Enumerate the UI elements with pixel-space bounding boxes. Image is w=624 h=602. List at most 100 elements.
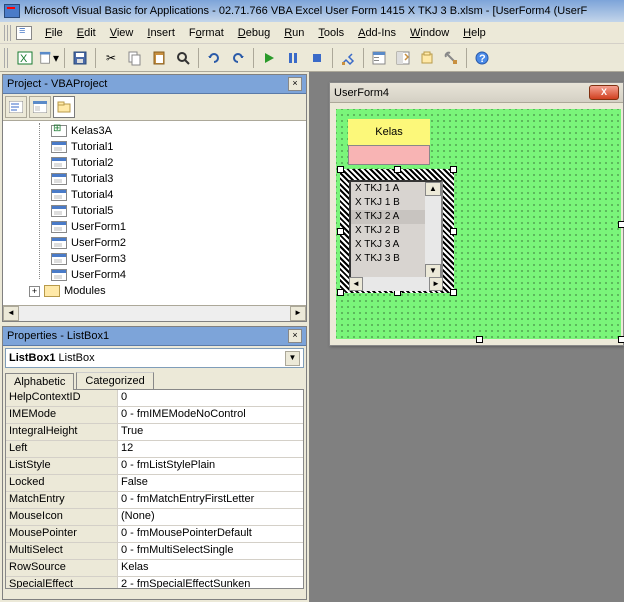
hscrollbar[interactable]: ◄► [349, 277, 443, 291]
menu-help[interactable]: Help [456, 25, 493, 41]
insert-button[interactable]: ▾ [38, 47, 60, 69]
menu-bar: File Edit View Insert Format Debug Run T… [0, 22, 624, 44]
tab-categorized[interactable]: Categorized [76, 372, 153, 389]
userform-canvas[interactable]: Kelas X TKJ 1 AX TKJ 1 BX TKJ 2 AX [336, 109, 621, 339]
tab-alphabetic[interactable]: Alphabetic [5, 373, 74, 390]
tree-item-tutorial1[interactable]: Tutorial1 [5, 139, 304, 155]
tree-item-userform1[interactable]: UserForm1 [5, 219, 304, 235]
menu-tools[interactable]: Tools [311, 25, 351, 41]
properties-window-button[interactable] [392, 47, 414, 69]
label-kelas[interactable]: Kelas [348, 119, 430, 145]
properties-grid[interactable]: HelpContextID0IMEMode0 - fmIMEModeNoCont… [5, 389, 304, 589]
close-icon[interactable]: × [288, 77, 302, 91]
prop-row-locked[interactable]: LockedFalse [6, 475, 303, 492]
textbox-control[interactable] [348, 145, 430, 165]
list-item[interactable]: X TKJ 3 A [351, 238, 425, 252]
copy-button[interactable] [124, 47, 146, 69]
project-panel-title[interactable]: Project - VBAProject × [3, 75, 306, 94]
listbox-selection[interactable]: X TKJ 1 AX TKJ 1 BX TKJ 2 AX TKJ 2 BX TK… [340, 169, 454, 293]
paste-button[interactable] [148, 47, 170, 69]
form-icon [51, 141, 67, 153]
designer-window[interactable]: UserForm4 X Kelas [329, 82, 624, 346]
form-icon [51, 237, 67, 249]
menu-insert[interactable]: Insert [140, 25, 182, 41]
system-menu-icon[interactable] [16, 26, 32, 40]
menu-edit[interactable]: Edit [70, 25, 103, 41]
menu-window[interactable]: Window [403, 25, 456, 41]
tree-item-userform3[interactable]: UserForm3 [5, 251, 304, 267]
list-item[interactable]: X TKJ 1 A [351, 182, 425, 196]
main-toolbar: X ▾ ✂ ? [0, 44, 624, 72]
menu-debug[interactable]: Debug [231, 25, 277, 41]
redo-button[interactable] [227, 47, 249, 69]
listbox-control[interactable]: X TKJ 1 AX TKJ 1 BX TKJ 2 AX TKJ 2 BX TK… [349, 180, 443, 280]
cut-button[interactable]: ✂ [100, 47, 122, 69]
svg-text:?: ? [479, 53, 486, 65]
form-icon [51, 253, 67, 265]
list-item[interactable]: X TKJ 2 B [351, 224, 425, 238]
menu-run[interactable]: Run [277, 25, 311, 41]
prop-row-matchentry[interactable]: MatchEntry0 - fmMatchEntryFirstLetter [6, 492, 303, 509]
save-button[interactable] [69, 47, 91, 69]
form-icon [51, 189, 67, 201]
menu-addins[interactable]: Add-Ins [351, 25, 403, 41]
view-excel-button[interactable]: X [14, 47, 36, 69]
find-button[interactable] [172, 47, 194, 69]
prop-row-rowsource[interactable]: RowSourceKelas [6, 560, 303, 577]
prop-row-multiselect[interactable]: MultiSelect0 - fmMultiSelectSingle [6, 543, 303, 560]
properties-panel-title[interactable]: Properties - ListBox1 × [3, 327, 306, 346]
toolbar-grip[interactable] [4, 48, 10, 68]
tree-item-tutorial2[interactable]: Tutorial2 [5, 155, 304, 171]
tree-item-userform4[interactable]: UserForm4 [5, 267, 304, 283]
tree-item-tutorial3[interactable]: Tutorial3 [5, 171, 304, 187]
properties-panel: Properties - ListBox1 × ListBox1 ListBox… [2, 326, 307, 600]
break-button[interactable] [282, 47, 304, 69]
help-button[interactable]: ? [471, 47, 493, 69]
tree-item-tutorial5[interactable]: Tutorial5 [5, 203, 304, 219]
vscrollbar[interactable]: ▲▼ [425, 182, 441, 278]
list-item[interactable]: X TKJ 2 A [351, 210, 425, 224]
prop-row-mouseicon[interactable]: MouseIcon(None) [6, 509, 303, 526]
tree-hscroll[interactable]: ◄► [3, 305, 306, 321]
toolbox-button[interactable] [440, 47, 462, 69]
project-tree[interactable]: Kelas3ATutorial1Tutorial2Tutorial3Tutori… [3, 121, 306, 305]
menu-file[interactable]: File [38, 25, 70, 41]
close-icon[interactable]: X [589, 85, 619, 100]
project-explorer-button[interactable] [368, 47, 390, 69]
prop-row-imemode[interactable]: IMEMode0 - fmIMEModeNoControl [6, 407, 303, 424]
form-icon [51, 269, 67, 281]
project-explorer-panel: Project - VBAProject × Kelas3ATutorial1T… [2, 74, 307, 322]
expand-icon[interactable]: + [29, 286, 40, 297]
object-selector-combo[interactable]: ListBox1 ListBox ▼ [5, 348, 304, 368]
chevron-down-icon[interactable]: ▼ [285, 351, 300, 366]
prop-row-specialeffect[interactable]: SpecialEffect2 - fmSpecialEffectSunken [6, 577, 303, 589]
tree-folder-modules[interactable]: +Modules [5, 283, 304, 299]
object-browser-button[interactable] [416, 47, 438, 69]
folder-icon [44, 285, 60, 297]
undo-button[interactable] [203, 47, 225, 69]
menu-view[interactable]: View [103, 25, 141, 41]
form-icon [51, 173, 67, 185]
prop-row-helpcontextid[interactable]: HelpContextID0 [6, 390, 303, 407]
design-mode-button[interactable] [337, 47, 359, 69]
reset-button[interactable] [306, 47, 328, 69]
menubar-grip[interactable] [4, 25, 12, 41]
toggle-folders-button[interactable] [53, 96, 75, 118]
view-code-button[interactable] [5, 96, 27, 118]
menu-format[interactable]: Format [182, 25, 231, 41]
prop-row-mousepointer[interactable]: MousePointer0 - fmMousePointerDefault [6, 526, 303, 543]
tree-item-userform2[interactable]: UserForm2 [5, 235, 304, 251]
run-button[interactable] [258, 47, 280, 69]
form-title: UserForm4 [334, 87, 389, 99]
prop-row-left[interactable]: Left12 [6, 441, 303, 458]
list-item[interactable]: X TKJ 3 B [351, 252, 425, 266]
svg-text:X: X [20, 53, 28, 65]
prop-row-liststyle[interactable]: ListStyle0 - fmListStylePlain [6, 458, 303, 475]
tree-item-kelas3a[interactable]: Kelas3A [5, 123, 304, 139]
tree-item-tutorial4[interactable]: Tutorial4 [5, 187, 304, 203]
view-object-button[interactable] [29, 96, 51, 118]
close-icon[interactable]: × [288, 329, 302, 343]
form-icon [51, 221, 67, 233]
list-item[interactable]: X TKJ 1 B [351, 196, 425, 210]
prop-row-integralheight[interactable]: IntegralHeightTrue [6, 424, 303, 441]
